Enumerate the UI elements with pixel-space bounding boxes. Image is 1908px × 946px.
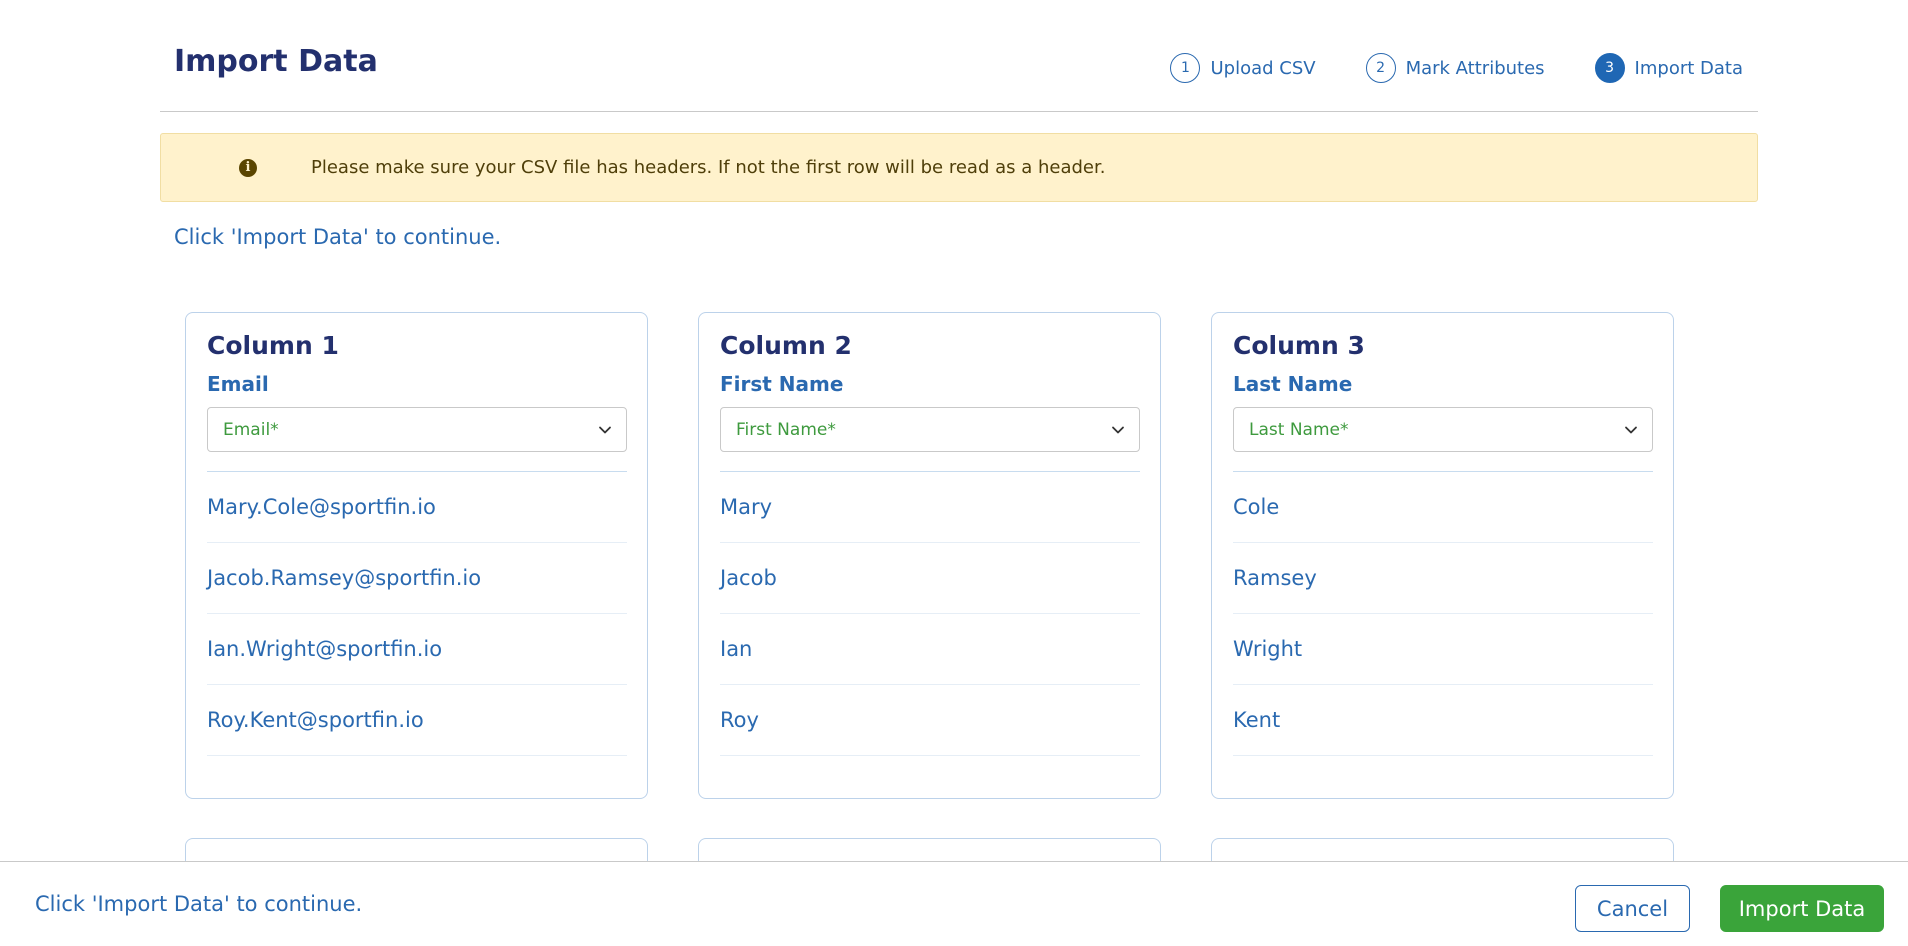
list-item: Jacob (720, 543, 1140, 614)
footer-instruction: Click 'Import Data' to continue. (35, 892, 363, 916)
step-label: Upload CSV (1210, 57, 1316, 79)
attribute-select[interactable]: Email* (207, 407, 627, 452)
attribute-select[interactable]: First Name* (720, 407, 1140, 452)
list-item: Kent (1233, 685, 1653, 756)
select-value: Email* (223, 419, 279, 440)
column-card-2: Column 2 First Name First Name* Mary Jac… (698, 312, 1161, 799)
cancel-button[interactable]: Cancel (1575, 885, 1690, 932)
column-title: Column 2 (720, 331, 852, 360)
column-card-1: Column 1 Email Email* Mary.Cole@sportfin… (185, 312, 648, 799)
column-values: Cole Ramsey Wright Kent (1233, 471, 1653, 756)
step-number: 1 (1170, 53, 1201, 83)
step-upload-csv[interactable]: 1 Upload CSV (1170, 53, 1316, 83)
attribute-select[interactable]: Last Name* (1233, 407, 1653, 452)
step-number: 3 (1594, 53, 1625, 83)
header-divider (160, 111, 1758, 112)
instruction-text: Click 'Import Data' to continue. (174, 225, 502, 249)
column-attribute: Last Name (1233, 372, 1353, 396)
list-item: Jacob.Ramsey@sportfin.io (207, 543, 627, 614)
alert-text: Please make sure your CSV file has heade… (311, 157, 1106, 178)
column-values: Mary.Cole@sportfin.io Jacob.Ramsey@sport… (207, 471, 627, 756)
column-title: Column 3 (1233, 331, 1365, 360)
list-item: Ian.Wright@sportfin.io (207, 614, 627, 685)
column-values: Mary Jacob Ian Roy (720, 471, 1140, 756)
column-card-3: Column 3 Last Name Last Name* Cole Ramse… (1211, 312, 1674, 799)
list-item: Mary (720, 472, 1140, 543)
step-label: Mark Attributes (1405, 57, 1545, 79)
step-import-data[interactable]: 3 Import Data (1594, 53, 1743, 83)
page-title: Import Data (174, 44, 378, 79)
column-title: Column 1 (207, 331, 339, 360)
chevron-down-icon (1112, 426, 1124, 433)
step-number: 2 (1365, 53, 1396, 83)
stepper: 1 Upload CSV 2 Mark Attributes 3 Import … (1120, 53, 1743, 83)
list-item: Wright (1233, 614, 1653, 685)
list-item: Ramsey (1233, 543, 1653, 614)
step-mark-attributes[interactable]: 2 Mark Attributes (1365, 53, 1545, 83)
select-value: Last Name* (1249, 419, 1349, 440)
list-item: Roy (720, 685, 1140, 756)
select-value: First Name* (736, 419, 836, 440)
import-data-button[interactable]: Import Data (1720, 885, 1884, 932)
column-attribute: Email (207, 372, 269, 396)
footer-bar: Click 'Import Data' to continue. Cancel … (0, 861, 1908, 946)
list-item: Ian (720, 614, 1140, 685)
warning-alert: i Please make sure your CSV file has hea… (160, 133, 1758, 202)
list-item: Cole (1233, 472, 1653, 543)
info-circle-icon: i (239, 158, 257, 177)
list-item: Roy.Kent@sportfin.io (207, 685, 627, 756)
chevron-down-icon (1625, 426, 1637, 433)
chevron-down-icon (599, 426, 611, 433)
step-label: Import Data (1634, 57, 1743, 79)
list-item: Mary.Cole@sportfin.io (207, 472, 627, 543)
column-attribute: First Name (720, 372, 844, 396)
